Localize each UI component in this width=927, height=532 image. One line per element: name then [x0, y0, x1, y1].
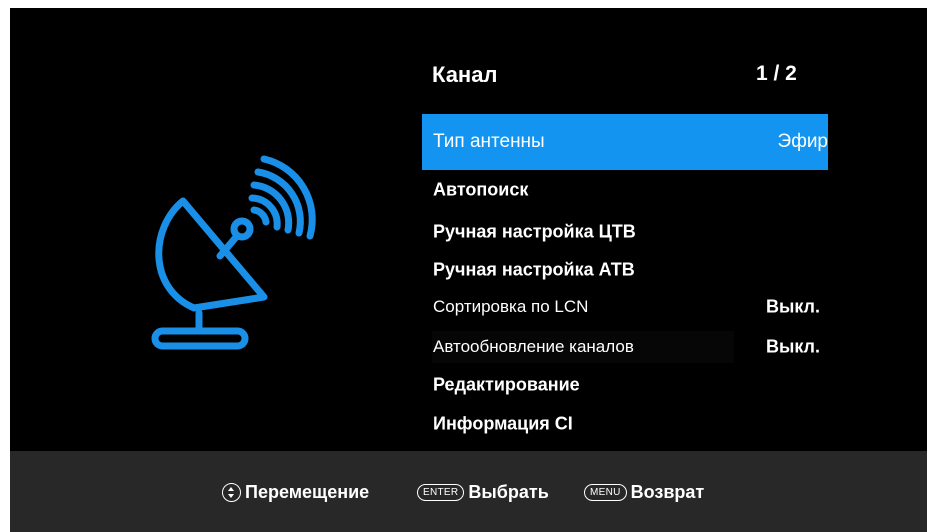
menu-item-label: Редактирование [433, 374, 580, 395]
menu-item-label: Ручная настройка ЦТВ [433, 221, 636, 242]
select-label: Выбрать [468, 482, 549, 502]
up-down-arrows-icon [222, 483, 241, 502]
back-label: Возврат [630, 482, 705, 502]
enter-key-icon: ENTER [417, 484, 465, 501]
menu-item-value: Выкл. [765, 336, 820, 357]
footer-hints: Перемещение ENTER Выбрать MENU Возврат [10, 451, 927, 532]
menu-item-label: Ручная настройка АТВ [433, 259, 635, 280]
satellite-dish-icon [151, 155, 316, 350]
menu-item-value: Эфир [777, 131, 828, 152]
move-hint: Перемещение [222, 482, 369, 503]
menu-item-auto-update[interactable]: Автообновление каналов Выкл. [422, 329, 828, 365]
tv-screen: Канал 1 / 2 Тип антенны Эфир Автопоиск Р… [10, 8, 927, 532]
menu-item-auto-search[interactable]: Автопоиск [422, 172, 828, 208]
move-label: Перемещение [245, 482, 370, 502]
menu-item-ci-info[interactable]: Информация CI [422, 406, 828, 442]
menu-item-edit[interactable]: Редактирование [422, 367, 828, 403]
menu-item-label: Автопоиск [433, 179, 529, 200]
menu-item-antenna-type[interactable]: Тип антенны Эфир [422, 114, 828, 170]
menu-item-manual-dtv[interactable]: Ручная настройка ЦТВ [422, 214, 828, 250]
page-indicator: 1 / 2 [756, 62, 797, 85]
menu-item-value: Выкл. [765, 296, 820, 317]
menu-item-label: Сортировка по LCN [433, 297, 589, 316]
menu-key-icon: MENU [584, 484, 627, 501]
menu-title: Канал [432, 62, 498, 87]
menu-item-label: Информация CI [433, 413, 573, 434]
select-hint: ENTER Выбрать [417, 482, 549, 503]
menu-item-label: Тип антенны [433, 131, 545, 152]
menu-item-manual-atv[interactable]: Ручная настройка АТВ [422, 252, 828, 288]
back-hint: MENU Возврат [584, 482, 704, 503]
menu-item-lcn-sort[interactable]: Сортировка по LCN Выкл. [422, 289, 828, 325]
menu-item-label: Автообновление каналов [433, 337, 634, 356]
